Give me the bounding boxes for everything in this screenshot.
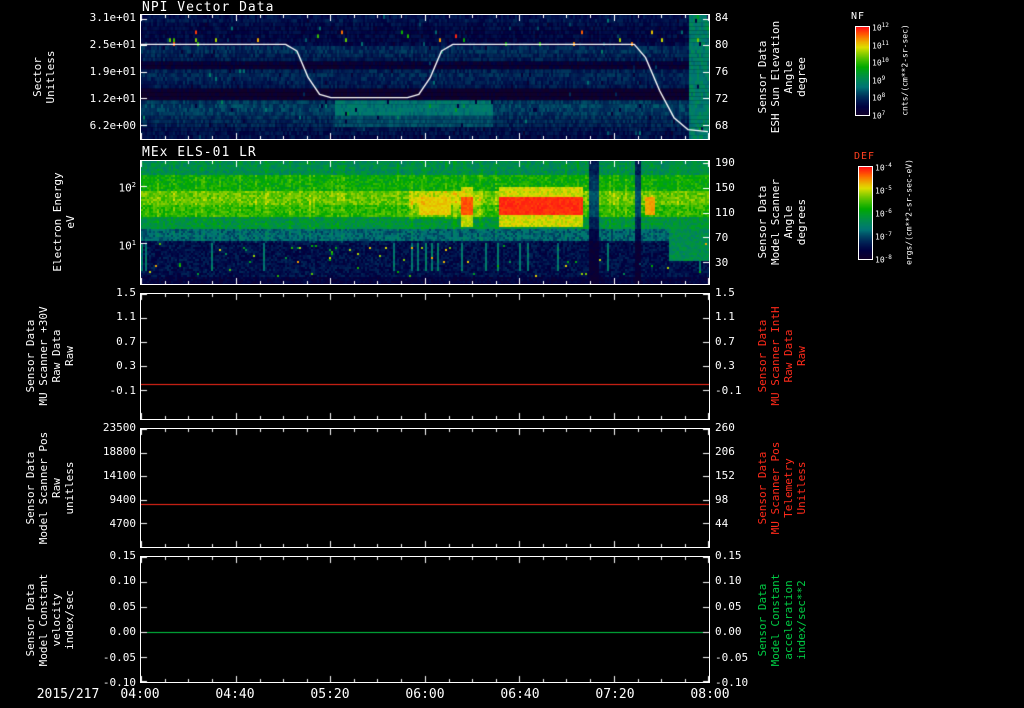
y-tick-label: 0.7	[116, 334, 136, 348]
y-tick-label: 1.9e+01	[89, 64, 136, 78]
velocity-panel	[140, 556, 710, 683]
npi-right-axis-label: Sensor Data ESH Sun Elevation Angle degr…	[756, 20, 808, 134]
y-tick-label: 2.5e+01	[89, 37, 136, 51]
y-tick-label: 0.3	[116, 359, 136, 373]
right-y-tick-label: 0.00	[715, 625, 742, 639]
y-tick-label: 0.00	[109, 625, 137, 639]
colorbar-tick-label: 10-5	[875, 185, 892, 196]
npi-heatmap-canvas	[141, 15, 709, 139]
colorbar-tick-label: 10-8	[875, 254, 892, 265]
right-y-tick-label: 1.5	[715, 286, 735, 299]
y-tick-label: 0.05	[109, 599, 137, 613]
npi-panel-title: NPI Vector Data	[142, 0, 275, 15]
right-y-tick-label: 80	[715, 37, 729, 51]
scanner-pos-canvas	[141, 429, 709, 547]
right-y-tick-label: 0.7	[715, 334, 735, 348]
def-colorbar-title: DEF	[854, 151, 876, 162]
right-y-tick-label: 110	[715, 205, 735, 219]
right-y-tick-label: 76	[715, 64, 729, 78]
right-y-tick-label: 84	[715, 10, 729, 24]
right-y-tick-label: -0.05	[715, 650, 749, 664]
right-y-tick-label: 0.15	[715, 549, 742, 562]
plot-window: NPI Vector Data MEx ELS-01 LR Sector Uni…	[0, 0, 1024, 708]
x-tick-label: 04:00	[120, 687, 160, 702]
acceleration-right-axis-label: Sensor Data Model Constant acceleration …	[756, 573, 808, 667]
right-y-tick-label: 44	[715, 517, 729, 530]
mu-scanner-pos-right-axis-label: Sensor Data MU Scanner Pos Telemetry Uni…	[756, 441, 808, 535]
y-tick-label: 1.2e+01	[89, 91, 136, 105]
def-colorbar-units: ergs/(cm**2-sr-sec-eV)	[904, 159, 914, 265]
els-spectrogram-panel	[140, 160, 710, 285]
y-tick-label: -0.05	[102, 650, 136, 664]
right-y-tick-label: -0.1	[715, 383, 742, 397]
x-tick-label: 06:40	[500, 687, 540, 702]
def-colorbar	[858, 166, 873, 260]
y-tick-label: 14100	[102, 469, 136, 482]
velocity-canvas	[141, 557, 709, 682]
right-y-tick-label: 206	[715, 445, 735, 458]
colorbar-tick-label: 1010	[872, 57, 889, 68]
colorbar-tick-label: 107	[872, 110, 886, 121]
y-tick-label: 18800	[102, 445, 136, 458]
date-label: 2015/217	[36, 687, 100, 702]
els-right-axis-label: Sensor Data Model Scanner Angle degrees	[756, 178, 808, 266]
colorbar-tick-label: 108	[872, 92, 886, 104]
npi-y-axis-label: Sector Unitless	[31, 50, 57, 104]
right-y-tick-label: 260	[715, 421, 735, 434]
y-tick-label: 102	[118, 181, 136, 195]
npi-spectrogram-panel	[140, 14, 710, 140]
y-tick-label: -0.1	[109, 383, 137, 397]
x-tick-label: 07:20	[595, 687, 635, 702]
right-y-tick-label: 72	[715, 91, 729, 105]
nf-colorbar-title: NF	[851, 11, 866, 22]
colorbar-tick-label: 10-4	[875, 162, 892, 173]
els-heatmap-canvas	[141, 161, 709, 284]
mu-scanner-inth-right-axis-label: Sensor Data MU Scanner IntH Raw Data Raw	[756, 306, 808, 406]
y-tick-label: 1.5	[116, 286, 136, 299]
els-panel-title: MEx ELS-01 LR	[142, 145, 257, 160]
y-tick-label: 0.10	[109, 574, 137, 588]
y-tick-label: 6.2e+00	[89, 118, 136, 132]
x-tick-label: 06:00	[405, 687, 445, 702]
mu-scanner-30v-panel	[140, 293, 710, 420]
right-y-tick-label: 0.3	[715, 359, 735, 373]
right-y-tick-label: 0.10	[715, 574, 742, 588]
colorbar-tick-label: 10-7	[875, 231, 892, 242]
nf-colorbar	[855, 26, 870, 116]
x-tick-label: 04:40	[215, 687, 255, 702]
y-tick-label: 4700	[109, 517, 137, 530]
colorbar-tick-label: 1012	[872, 22, 889, 33]
right-y-tick-label: 0.05	[715, 599, 742, 613]
y-tick-label: 0.15	[109, 549, 137, 562]
colorbar-tick-label: 1011	[872, 39, 889, 51]
mu-scanner-30v-canvas	[141, 294, 709, 419]
right-y-tick-label: 30	[715, 255, 729, 269]
x-tick-label: 08:00	[690, 687, 730, 702]
right-y-tick-label: 68	[715, 118, 729, 132]
right-y-tick-label: 190	[715, 155, 735, 169]
nf-colorbar-units: cnts/(cm**2-sr-sec)	[900, 24, 910, 116]
y-tick-label: 1.1	[116, 310, 136, 324]
right-y-tick-label: 152	[715, 469, 735, 482]
right-y-tick-label: 150	[715, 180, 735, 194]
colorbar-tick-label: 10-6	[875, 208, 892, 219]
y-tick-label: 101	[118, 239, 136, 253]
y-tick-label: 23500	[102, 421, 136, 434]
right-y-tick-label: 98	[715, 493, 729, 506]
scanner-pos-panel	[140, 428, 710, 548]
right-y-tick-label: 70	[715, 230, 729, 244]
colorbar-tick-label: 109	[872, 74, 886, 86]
y-tick-label: 9400	[109, 493, 137, 506]
y-tick-label: 3.1e+01	[89, 10, 136, 24]
x-tick-label: 05:20	[310, 687, 350, 702]
right-y-tick-label: 1.1	[715, 310, 735, 324]
